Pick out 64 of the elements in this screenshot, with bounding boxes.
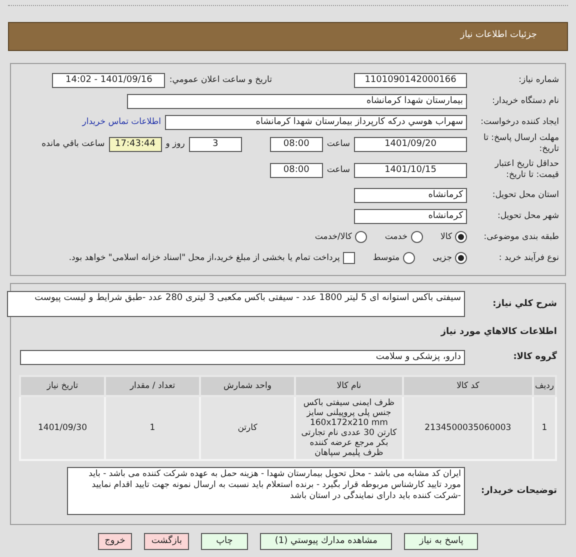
remaining-label: ساعت باقي مانده [42,139,105,149]
field-label: طبقه بندی موضوعی: [482,232,559,242]
date-field: 1401/10/15 [354,162,467,178]
option-label: كالا [440,232,452,242]
table-cell: 2134500035060003 [402,396,533,460]
date-field: 1401/09/20 [354,136,467,152]
field-label: شماره نياز: [518,74,559,86]
table-cell: 1 [532,396,556,460]
time-field: 08:00 [270,136,323,152]
field-label: نام دستگاه خريدار: [491,96,559,106]
column-header: نام كالا [295,376,403,396]
description-field: سيفتی باكس استوانه ای 5 ليتر 1800 عدد - سيفتی باكس مكعبی 3 ليتری 280 عدد -طبق شرايط و ليست پيوست [7,291,465,317]
option-label: خدمت [384,232,408,242]
table-cell: 1401/09/30 [20,396,105,460]
remaining-time-field: 17:43:44 [108,136,162,152]
need-number-field: 1101090142000166 [354,72,467,88]
city-field: كرمانشاه [354,208,467,224]
option-label: جزيی [432,253,452,263]
column-header: رديف [532,376,556,396]
column-header: تاريخ نياز [20,376,105,396]
days-field: 3 [188,136,242,152]
action-button[interactable]: خروج [98,533,132,550]
field-label: شرح كلي نياز: [492,298,557,310]
action-button[interactable]: بازگشت [144,533,190,550]
section-heading: اطلاعات كالاهاي مورد نياز [440,327,557,337]
page-title: جزئيات اطلاعات نياز [8,22,568,51]
time-label: ساعت [326,139,350,149]
field-label: حداقل تاريخ اعتبار قيمت: تا تاريخ: [494,159,559,181]
radio-button[interactable] [455,231,467,243]
radio-button[interactable] [354,231,367,243]
buyer-field: بيمارستان شهدا كرمانشاه [127,94,467,108]
column-header: كد كالا [402,376,533,396]
option-label: متوسط [372,253,400,263]
field-label: نوع فرآيند خريد : [498,252,559,264]
goods-group-field: دارو، پزشكی و سلامت [20,350,465,364]
table-cell: 1 [105,396,200,460]
notes-field: ايران كد مشابه می باشد - محل تحويل بيمارستان شهدا - هزينه حمل به عهده شركت كننده می باشد - بايد مورد تاييد كارشناس مربوطه قرار بگيرد - برنده استعلام بايد نسبت به ارسال نمونه جهت تاييد اقدام نماييد -شركت كننده بايد دارای نمايندگی در استان باشد [67,467,465,515]
field-label: ايجاد كننده درخواست: [480,116,559,128]
field-label: استان محل تحويل: [491,190,559,200]
field-label: توضيحات خريدار: [480,486,557,496]
province-field: كرمانشاه [354,188,467,202]
action-button[interactable]: مشاهده مدارك پيوستي (1) [260,533,392,550]
checkbox-label: پرداخت تمام يا بخشی از مبلغ خريد،از محل "اسناد خزانه اسلامی" خواهد بود. [68,253,340,263]
contact-link[interactable]: اطلاعات تماس خريدار [82,117,161,127]
column-header: واحد شمارش [200,376,295,396]
field-label: شهر محل تحويل: [496,210,559,222]
table-cell: كارتن [200,396,295,460]
time-label: ساعت [326,165,350,175]
table-cell: ظرف ايمنی سيفتی باكس جنس پلی پروپيلنی سايز 160x172x210 mm كارتن 30 عددی نام تجارتی بكر مرجع عرضه كننده ظرف پليمر سپاهان [295,396,403,460]
field-label: گروه كالا: [512,352,557,362]
column-header: تعداد / مقدار [105,376,200,396]
radio-button[interactable] [402,252,415,264]
action-button[interactable]: پاسخ به نياز [404,533,478,550]
option-label: كالا/خدمت [314,232,352,242]
field-label: تاريخ و ساعت اعلان عمومي: [169,75,272,85]
radio-button[interactable] [455,252,467,264]
time-field: 08:00 [270,162,323,178]
days-label: روز و [166,139,185,149]
checkbox[interactable] [342,252,355,264]
field-label: مهلت ارسال پاسخ: تا تاريخ: [482,133,559,155]
radio-button[interactable] [410,231,423,243]
action-button[interactable]: چاپ [201,533,248,550]
creator-field: سهراب هوسي دركه كارپرداز بيمارستان شهدا كرمانشاه [165,114,467,130]
announce-date-field: 1401/09/16 - 14:02 [52,72,166,88]
